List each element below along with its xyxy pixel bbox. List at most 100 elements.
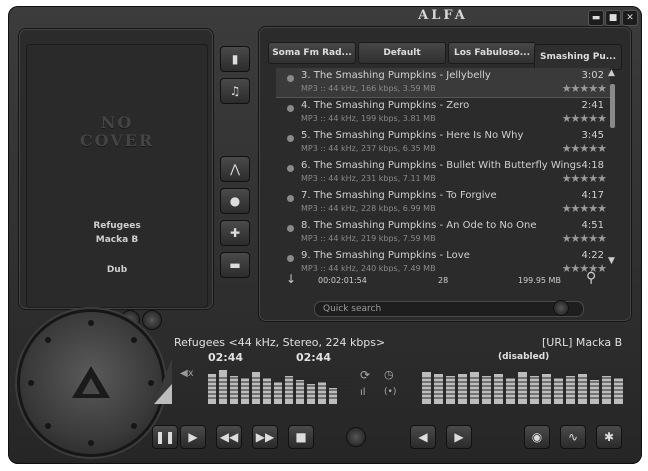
track-duration: 4:22 xyxy=(581,250,604,261)
track-duration: 3:45 xyxy=(581,130,604,141)
pause-button[interactable]: ❚❚ xyxy=(152,425,178,449)
track-duration: 4:17 xyxy=(581,190,604,201)
playlist-total-size: 199.95 MB xyxy=(518,276,561,285)
dial-stud xyxy=(88,320,94,326)
scroll-down-icon[interactable]: ▼ xyxy=(608,256,615,266)
main-dial[interactable] xyxy=(20,312,162,454)
playlist: 3. The Smashing Pumpkins - Jellybelly 3:… xyxy=(276,68,610,272)
track-title: 7. The Smashing Pumpkins - To Forgive xyxy=(301,190,497,201)
track-info: MP3 :: 44 kHz, 219 kbps, 7.59 MB xyxy=(301,234,436,243)
title-bar[interactable]: ALFA ▬ ■ ✕ xyxy=(8,6,642,28)
cover-artist: Macka B xyxy=(95,235,139,245)
arrow-down-icon[interactable]: ↓ xyxy=(286,272,296,286)
sort-icon[interactable]: ⋀ xyxy=(220,156,250,182)
search-icon[interactable]: ⚲ xyxy=(586,270,596,286)
dial-stud xyxy=(131,337,137,343)
playlist-row[interactable]: 8. The Smashing Pumpkins - An Ode to No … xyxy=(276,218,610,247)
no-cover-text-1: NO xyxy=(100,113,134,132)
add-icon[interactable]: ✚ xyxy=(220,220,250,246)
close-button[interactable]: ✕ xyxy=(622,10,638,26)
tab-default[interactable]: Default xyxy=(358,42,446,64)
equalizer-icon[interactable]: ıl xyxy=(360,387,366,398)
now-playing-line: Refugees <44 kHz, Stereo, 224 kbps> xyxy=(174,336,386,349)
search-go-button[interactable] xyxy=(553,300,569,316)
rating-stars[interactable]: ★★★★★ xyxy=(562,82,607,95)
track-info: MP3 :: 44 kHz, 237 kbps, 6.35 MB xyxy=(301,144,436,153)
wave-button[interactable]: ∿ xyxy=(560,425,586,449)
track-title: 8. The Smashing Pumpkins - An Ode to No … xyxy=(301,220,537,231)
settings-button[interactable]: ✱ xyxy=(596,425,622,449)
playlist-icon[interactable]: ● xyxy=(220,188,250,214)
next-button[interactable]: ▶▶ xyxy=(252,425,278,449)
new-file-icon[interactable]: ▮ xyxy=(220,46,250,72)
elapsed-time: 02:44 xyxy=(208,351,244,364)
cover-track-title: Refugees xyxy=(93,221,141,231)
maximize-button[interactable]: ■ xyxy=(605,10,621,26)
playlist-row[interactable]: 4. The Smashing Pumpkins - Zero 2:41 MP3… xyxy=(276,98,610,127)
tab-los-fabulosos[interactable]: Los Fabuloso... xyxy=(448,42,536,64)
bullet-icon xyxy=(287,255,294,262)
track-title: 5. The Smashing Pumpkins - Here Is No Wh… xyxy=(301,130,524,141)
album-cover: NO COVER Refugees Macka B Dub xyxy=(26,44,208,308)
forward-button[interactable]: ▶ xyxy=(446,425,472,449)
search-input[interactable]: Quick search xyxy=(314,301,584,317)
bullet-icon xyxy=(287,135,294,142)
playlist-row[interactable]: 9. The Smashing Pumpkins - Love 4:22 MP3… xyxy=(276,248,610,272)
dial-stud xyxy=(45,423,51,429)
back-button[interactable]: ◀ xyxy=(410,425,436,449)
app-title: ALFA xyxy=(418,8,468,23)
dial-stud xyxy=(131,423,137,429)
volume-ramp[interactable] xyxy=(152,356,174,406)
dial-stud xyxy=(28,380,34,386)
tab-smashing-pumpkins[interactable]: Smashing Pu... xyxy=(534,44,622,70)
minimize-button[interactable]: ▬ xyxy=(588,10,604,26)
track-title: 4. The Smashing Pumpkins - Zero xyxy=(301,100,470,111)
volume-knob[interactable] xyxy=(142,310,162,330)
stop-button[interactable]: ■ xyxy=(288,425,314,449)
track-title: 6. The Smashing Pumpkins - Bullet With B… xyxy=(301,160,582,171)
stream-label: [URL] Macka B xyxy=(542,336,623,349)
track-duration: 4:18 xyxy=(581,160,604,171)
status-text: (disabled) xyxy=(498,352,550,362)
broadcast-icon[interactable]: (•) xyxy=(384,387,396,397)
track-info: MP3 :: 44 kHz, 166 kbps, 3.59 MB xyxy=(301,84,436,93)
rating-stars[interactable]: ★★★★★ xyxy=(562,142,607,155)
track-duration: 2:41 xyxy=(581,100,604,111)
rating-stars[interactable]: ★★★★★ xyxy=(562,112,607,125)
rating-stars[interactable]: ★★★★★ xyxy=(562,262,607,272)
power-button[interactable]: ◉ xyxy=(524,425,550,449)
playlist-row[interactable]: 7. The Smashing Pumpkins - To Forgive 4:… xyxy=(276,188,610,217)
scroll-up-icon[interactable]: ▲ xyxy=(608,68,615,78)
play-button[interactable]: ▶ xyxy=(180,425,206,449)
track-info: MP3 :: 44 kHz, 231 kbps, 7.11 MB xyxy=(301,174,436,183)
mute-icon[interactable]: ◀x xyxy=(180,368,194,379)
dial-stud xyxy=(88,440,94,446)
playlist-scrollbar[interactable]: ▲ ▼ xyxy=(608,68,618,272)
scroll-thumb[interactable] xyxy=(610,84,615,128)
player-window: ALFA ▬ ■ ✕ NO COVER Refugees Macka B Dub… xyxy=(8,6,642,464)
track-duration: 4:51 xyxy=(581,220,604,231)
track-info: MP3 :: 44 kHz, 199 kbps, 3.81 MB xyxy=(301,114,436,123)
bullet-icon xyxy=(287,105,294,112)
rating-stars[interactable]: ★★★★★ xyxy=(562,202,607,215)
timer-icon[interactable]: ◷ xyxy=(384,368,394,381)
remove-icon[interactable]: ▬ xyxy=(220,252,250,278)
bullet-icon xyxy=(287,75,294,82)
repeat-icon[interactable]: ⟳ xyxy=(360,368,370,382)
rating-stars[interactable]: ★★★★★ xyxy=(562,172,607,185)
previous-button[interactable]: ◀◀ xyxy=(216,425,242,449)
rating-stars[interactable]: ★★★★★ xyxy=(562,232,607,245)
alfa-logo-icon xyxy=(72,366,110,398)
tab-soma-fm[interactable]: Soma Fm Rad... xyxy=(268,42,356,64)
spectrum-left xyxy=(206,370,350,404)
playlist-track-count: 28 xyxy=(438,276,449,285)
record-button[interactable] xyxy=(346,427,366,447)
bullet-icon xyxy=(287,225,294,232)
headphones-icon[interactable]: ♫ xyxy=(220,78,250,104)
track-info: MP3 :: 44 kHz, 240 kbps, 7.49 MB xyxy=(301,264,436,272)
playlist-row[interactable]: 5. The Smashing Pumpkins - Here Is No Wh… xyxy=(276,128,610,157)
bullet-icon xyxy=(287,195,294,202)
bullet-icon xyxy=(287,165,294,172)
playlist-row[interactable]: 3. The Smashing Pumpkins - Jellybelly 3:… xyxy=(276,68,610,98)
playlist-row[interactable]: 6. The Smashing Pumpkins - Bullet With B… xyxy=(276,158,610,187)
